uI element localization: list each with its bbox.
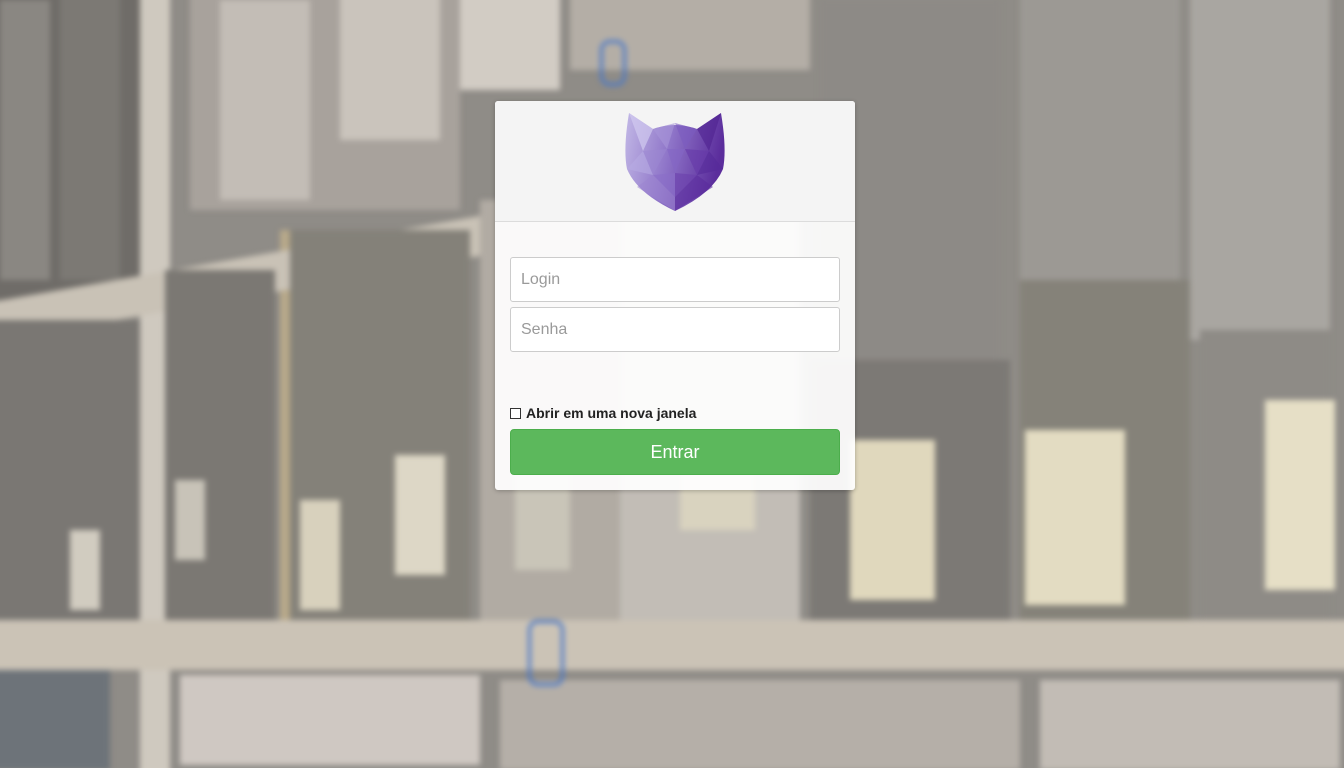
submit-button[interactable]: Entrar [510,429,840,475]
new-window-label[interactable]: Abrir em uma nova janela [526,405,696,421]
card-header [495,101,855,222]
login-card: Abrir em uma nova janela Entrar [495,101,855,490]
password-input[interactable] [510,307,840,352]
new-window-option[interactable]: Abrir em uma nova janela [510,404,696,422]
fox-head-logo-icon [625,113,725,211]
new-window-checkbox[interactable] [510,407,521,419]
login-input[interactable] [510,257,840,302]
